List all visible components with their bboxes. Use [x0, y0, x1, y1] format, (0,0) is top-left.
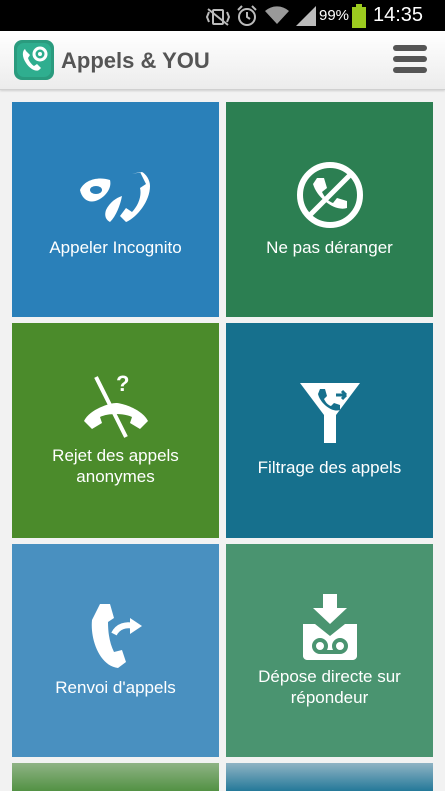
- mute-vibrate-icon: [205, 8, 231, 26]
- tile-ne-pas-deranger[interactable]: Ne pas déranger: [226, 102, 433, 317]
- signal-icon: [296, 6, 316, 26]
- hamburger-menu-icon[interactable]: [393, 45, 427, 75]
- call-forward-icon: [91, 604, 142, 668]
- tile-label: Rejet des appels anonymes: [52, 446, 179, 486]
- tile-label: Renvoi d'appels: [55, 678, 176, 697]
- mask-phone-icon: [79, 172, 150, 222]
- voicemail-drop-icon: [302, 594, 357, 660]
- tile-label: Filtrage des appels: [257, 458, 402, 477]
- feature-grid: Appeler Incognito Ne pas déranger ? Reje…: [0, 90, 445, 791]
- tile-partial-right[interactable]: [226, 763, 433, 791]
- funnel-phone-icon: [299, 383, 360, 443]
- phone-slash-question-icon: ?: [83, 371, 148, 438]
- phone-gear-icon: [17, 43, 51, 77]
- svg-text:?: ?: [116, 371, 129, 396]
- tile-filtrage-appels[interactable]: Filtrage des appels: [226, 323, 433, 538]
- tile-rejet-appels-anonymes[interactable]: ? Rejet des appels anonymes: [12, 323, 219, 538]
- alarm-icon: [237, 5, 257, 26]
- wifi-icon: [265, 6, 289, 24]
- tile-label: Dépose directe sur répondeur: [258, 667, 401, 707]
- tile-label: Appeler Incognito: [49, 238, 182, 257]
- tile-renvoi-appels[interactable]: Renvoi d'appels: [12, 544, 219, 757]
- no-phone-icon: [296, 162, 363, 228]
- clock: 14:35: [373, 4, 424, 26]
- tile-appeler-incognito[interactable]: Appeler Incognito: [12, 102, 219, 317]
- tile-depose-directe-repondeur[interactable]: Dépose directe sur répondeur: [226, 544, 433, 757]
- battery-icon: [352, 4, 366, 28]
- tile-partial-left[interactable]: [12, 763, 219, 791]
- status-bar: 99% 14:35: [0, 0, 445, 31]
- battery-percentage: 99%: [319, 7, 350, 24]
- app-title: Appels & YOU: [61, 48, 210, 73]
- tile-label: Ne pas déranger: [266, 238, 393, 257]
- app-logo[interactable]: [14, 40, 54, 80]
- app-bar: Appels & YOU: [0, 31, 445, 90]
